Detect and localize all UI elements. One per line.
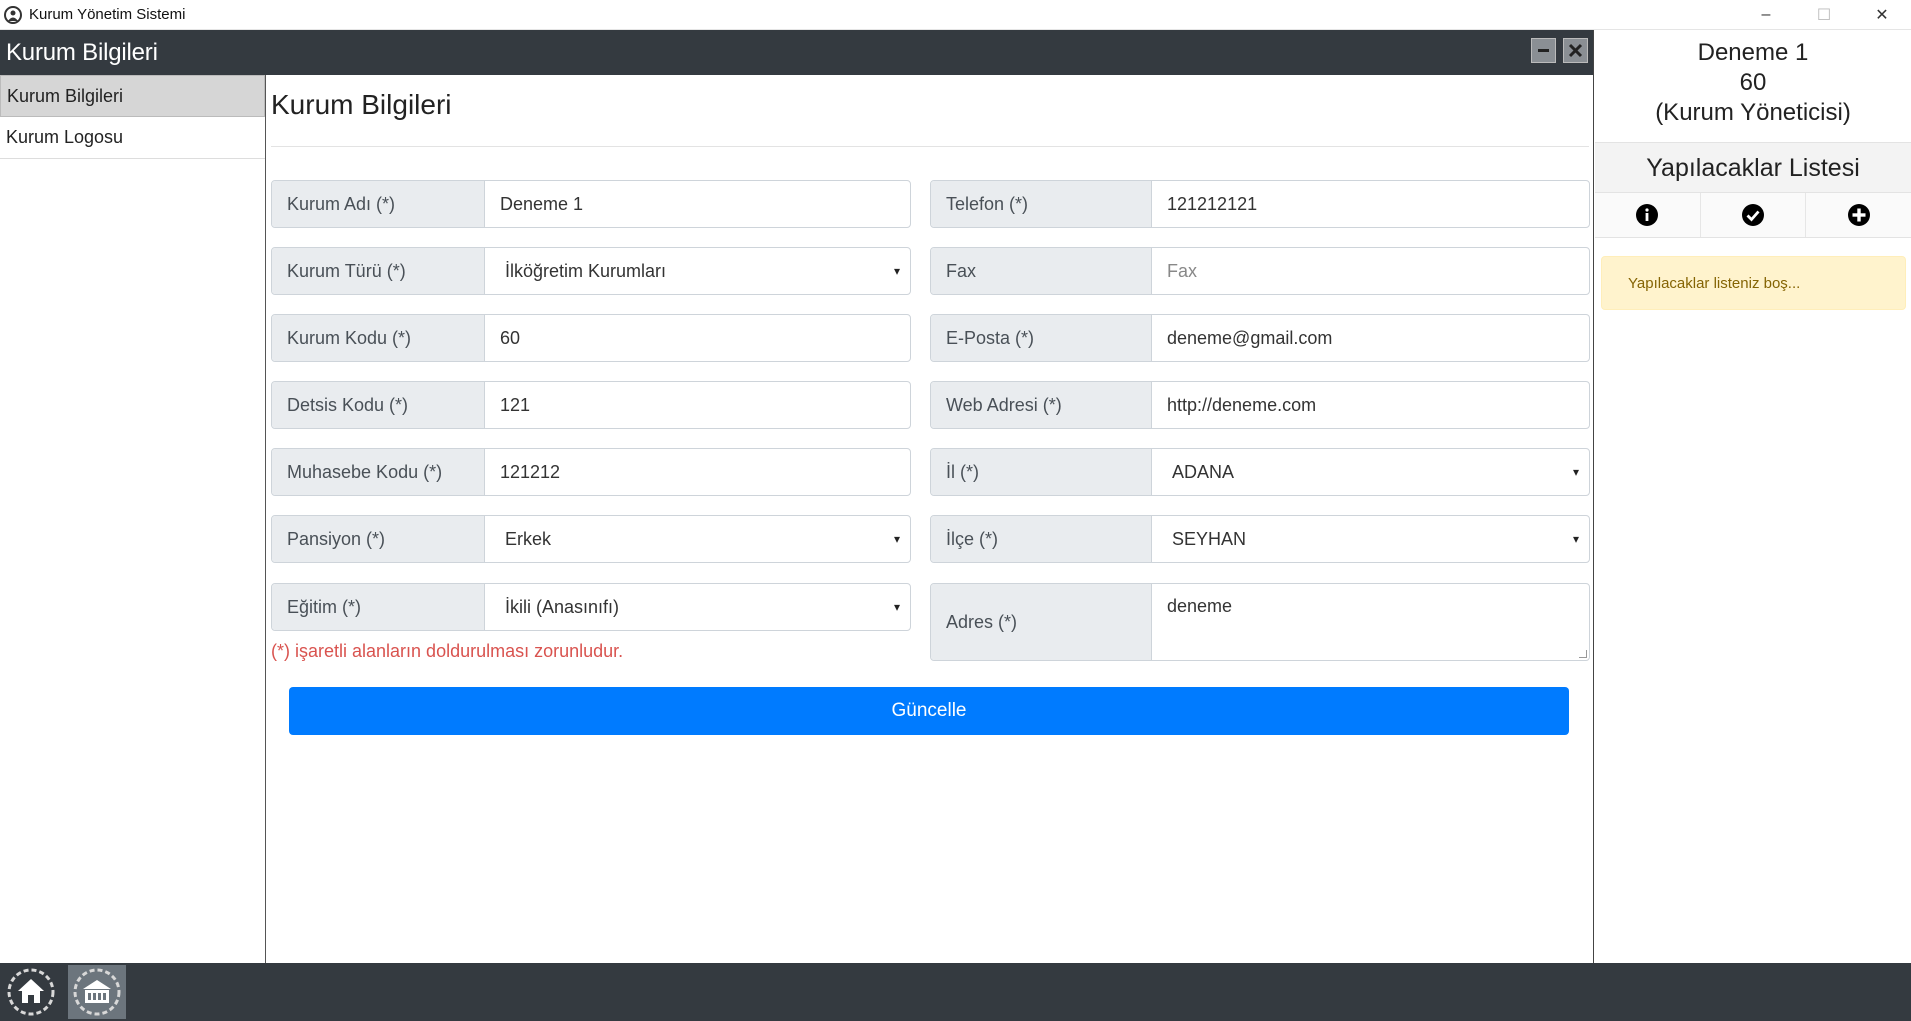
detsis-kodu-label: Detsis Kodu (*) [272, 382, 485, 428]
close-button[interactable]: ✕ [1853, 0, 1911, 30]
muhasebe-kodu-label: Muhasebe Kodu (*) [272, 449, 485, 495]
sidebar-item-kurum-bilgileri[interactable]: Kurum Bilgileri [0, 75, 265, 117]
ilce-select[interactable]: SEYHAN ▾ [1152, 516, 1589, 562]
page-title: Kurum Bilgileri [271, 89, 452, 120]
telefon-input[interactable]: 121212121 [1152, 181, 1589, 227]
os-titlebar: Kurum Yönetim Sistemi – ☐ ✕ [0, 0, 1911, 30]
resize-handle[interactable] [1579, 650, 1587, 658]
minus-icon [1538, 49, 1549, 52]
muhasebe-kodu-field: Muhasebe Kodu (*) 121212 [271, 448, 911, 496]
eposta-field: E-Posta (*) deneme@gmail.com [930, 314, 1590, 362]
egitim-value: İkili (Anasınıfı) [505, 596, 620, 617]
todo-done-button[interactable] [1701, 193, 1807, 237]
home-icon [7, 968, 55, 1016]
sidebar-item-kurum-logosu[interactable]: Kurum Logosu [0, 117, 265, 159]
chevron-down-icon: ▾ [893, 600, 900, 614]
taskbar-home-button[interactable] [2, 965, 60, 1019]
kurum-adi-input[interactable]: Deneme 1 [485, 181, 910, 227]
module-header: Kurum Bilgileri [0, 30, 1593, 75]
taskbar-kurum-button[interactable] [68, 965, 126, 1019]
module-title: Kurum Bilgileri [6, 38, 158, 66]
egitim-select[interactable]: İkili (Anasınıfı) ▾ [485, 584, 910, 630]
required-note: (*) işaretli alanların doldurulması zoru… [271, 641, 624, 661]
user-info: Deneme 1 60 (Kurum Yöneticisi) [1595, 30, 1911, 142]
egitim-field: Eğitim (*) İkili (Anasınıfı) ▾ [271, 583, 911, 631]
kurum-turu-field: Kurum Türü (*) İlköğretim Kurumları ▾ [271, 247, 911, 295]
app-icon [4, 5, 22, 24]
kurum-adi-label: Kurum Adı (*) [272, 181, 485, 227]
pansiyon-field: Pansiyon (*) Erkek ▾ [271, 515, 911, 563]
user-name: Deneme 1 [1697, 39, 1809, 66]
telefon-label: Telefon (*) [931, 181, 1152, 227]
main-content: Kurum Bilgileri Kurum Adı (*) Deneme 1 K… [266, 75, 1594, 963]
fax-field: Fax Fax [930, 247, 1590, 295]
adres-field: Adres (*) deneme [930, 583, 1590, 661]
pansiyon-label: Pansiyon (*) [272, 516, 485, 562]
todo-add-button[interactable] [1806, 193, 1911, 237]
update-button[interactable]: Güncelle [289, 687, 1569, 735]
window-title: Kurum Yönetim Sistemi [29, 6, 186, 23]
user-code: 60 [1739, 69, 1767, 96]
info-icon [1636, 204, 1659, 226]
detsis-kodu-input[interactable]: 121 [485, 382, 910, 428]
ilce-value: SEYHAN [1172, 528, 1247, 549]
kurum-kodu-label: Kurum Kodu (*) [272, 315, 485, 361]
il-label: İl (*) [931, 449, 1152, 495]
muhasebe-kodu-input[interactable]: 121212 [485, 449, 910, 495]
web-adresi-input[interactable]: http://deneme.com [1152, 382, 1589, 428]
module-close-button[interactable] [1563, 38, 1588, 63]
kurum-turu-value: İlköğretim Kurumları [505, 260, 667, 281]
maximize-button[interactable]: ☐ [1795, 0, 1853, 30]
pansiyon-select[interactable]: Erkek ▾ [485, 516, 910, 562]
todo-toolbar [1595, 192, 1911, 238]
taskbar [0, 963, 1911, 1021]
adres-value: deneme [1167, 596, 1233, 616]
chevron-down-icon: ▾ [1572, 532, 1579, 546]
todo-title: Yapılacaklar Listesi [1595, 142, 1911, 192]
window-controls: – ☐ ✕ [1737, 0, 1911, 30]
web-adresi-field: Web Adresi (*) http://deneme.com [930, 381, 1590, 429]
kurum-kodu-input[interactable]: 60 [485, 315, 910, 361]
divider [271, 146, 1589, 147]
chevron-down-icon: ▾ [893, 532, 900, 546]
minimize-button[interactable]: – [1737, 0, 1795, 30]
telefon-field: Telefon (*) 121212121 [930, 180, 1590, 228]
kurum-turu-select[interactable]: İlköğretim Kurumları ▾ [485, 248, 910, 294]
sidebar: Kurum Bilgileri Kurum Logosu [0, 75, 266, 963]
fax-label: Fax [931, 248, 1152, 294]
pansiyon-value: Erkek [505, 528, 552, 549]
detsis-kodu-field: Detsis Kodu (*) 121 [271, 381, 911, 429]
ilce-label: İlçe (*) [931, 516, 1152, 562]
eposta-input[interactable]: deneme@gmail.com [1152, 315, 1589, 361]
todo-empty-alert: Yapılacaklar listeniz boş... [1601, 256, 1906, 310]
check-icon [1742, 204, 1764, 226]
egitim-label: Eğitim (*) [272, 584, 485, 630]
web-adresi-label: Web Adresi (*) [931, 382, 1152, 428]
il-select[interactable]: ADANA ▾ [1152, 449, 1589, 495]
module-window: Kurum Bilgileri Kurum Bilgileri Kurum Lo… [0, 30, 1594, 963]
chevron-down-icon: ▾ [893, 264, 900, 278]
kurum-adi-field: Kurum Adı (*) Deneme 1 [271, 180, 911, 228]
module-minimize-button[interactable] [1531, 38, 1556, 63]
il-value: ADANA [1172, 461, 1235, 482]
right-panel: Deneme 1 60 (Kurum Yöneticisi) Yapılacak… [1595, 30, 1911, 963]
eposta-label: E-Posta (*) [931, 315, 1152, 361]
adres-label: Adres (*) [931, 584, 1152, 660]
building-icon [73, 968, 121, 1016]
ilce-field: İlçe (*) SEYHAN ▾ [930, 515, 1590, 563]
chevron-down-icon: ▾ [1572, 465, 1579, 479]
adres-textarea[interactable]: deneme [1152, 584, 1589, 660]
todo-info-button[interactable] [1595, 193, 1701, 237]
il-field: İl (*) ADANA ▾ [930, 448, 1590, 496]
kurum-kodu-field: Kurum Kodu (*) 60 [271, 314, 911, 362]
plus-icon [1847, 204, 1870, 226]
user-role: (Kurum Yöneticisi) [1655, 99, 1851, 126]
close-icon [1568, 43, 1583, 58]
fax-input[interactable]: Fax [1152, 248, 1589, 294]
kurum-turu-label: Kurum Türü (*) [272, 248, 485, 294]
